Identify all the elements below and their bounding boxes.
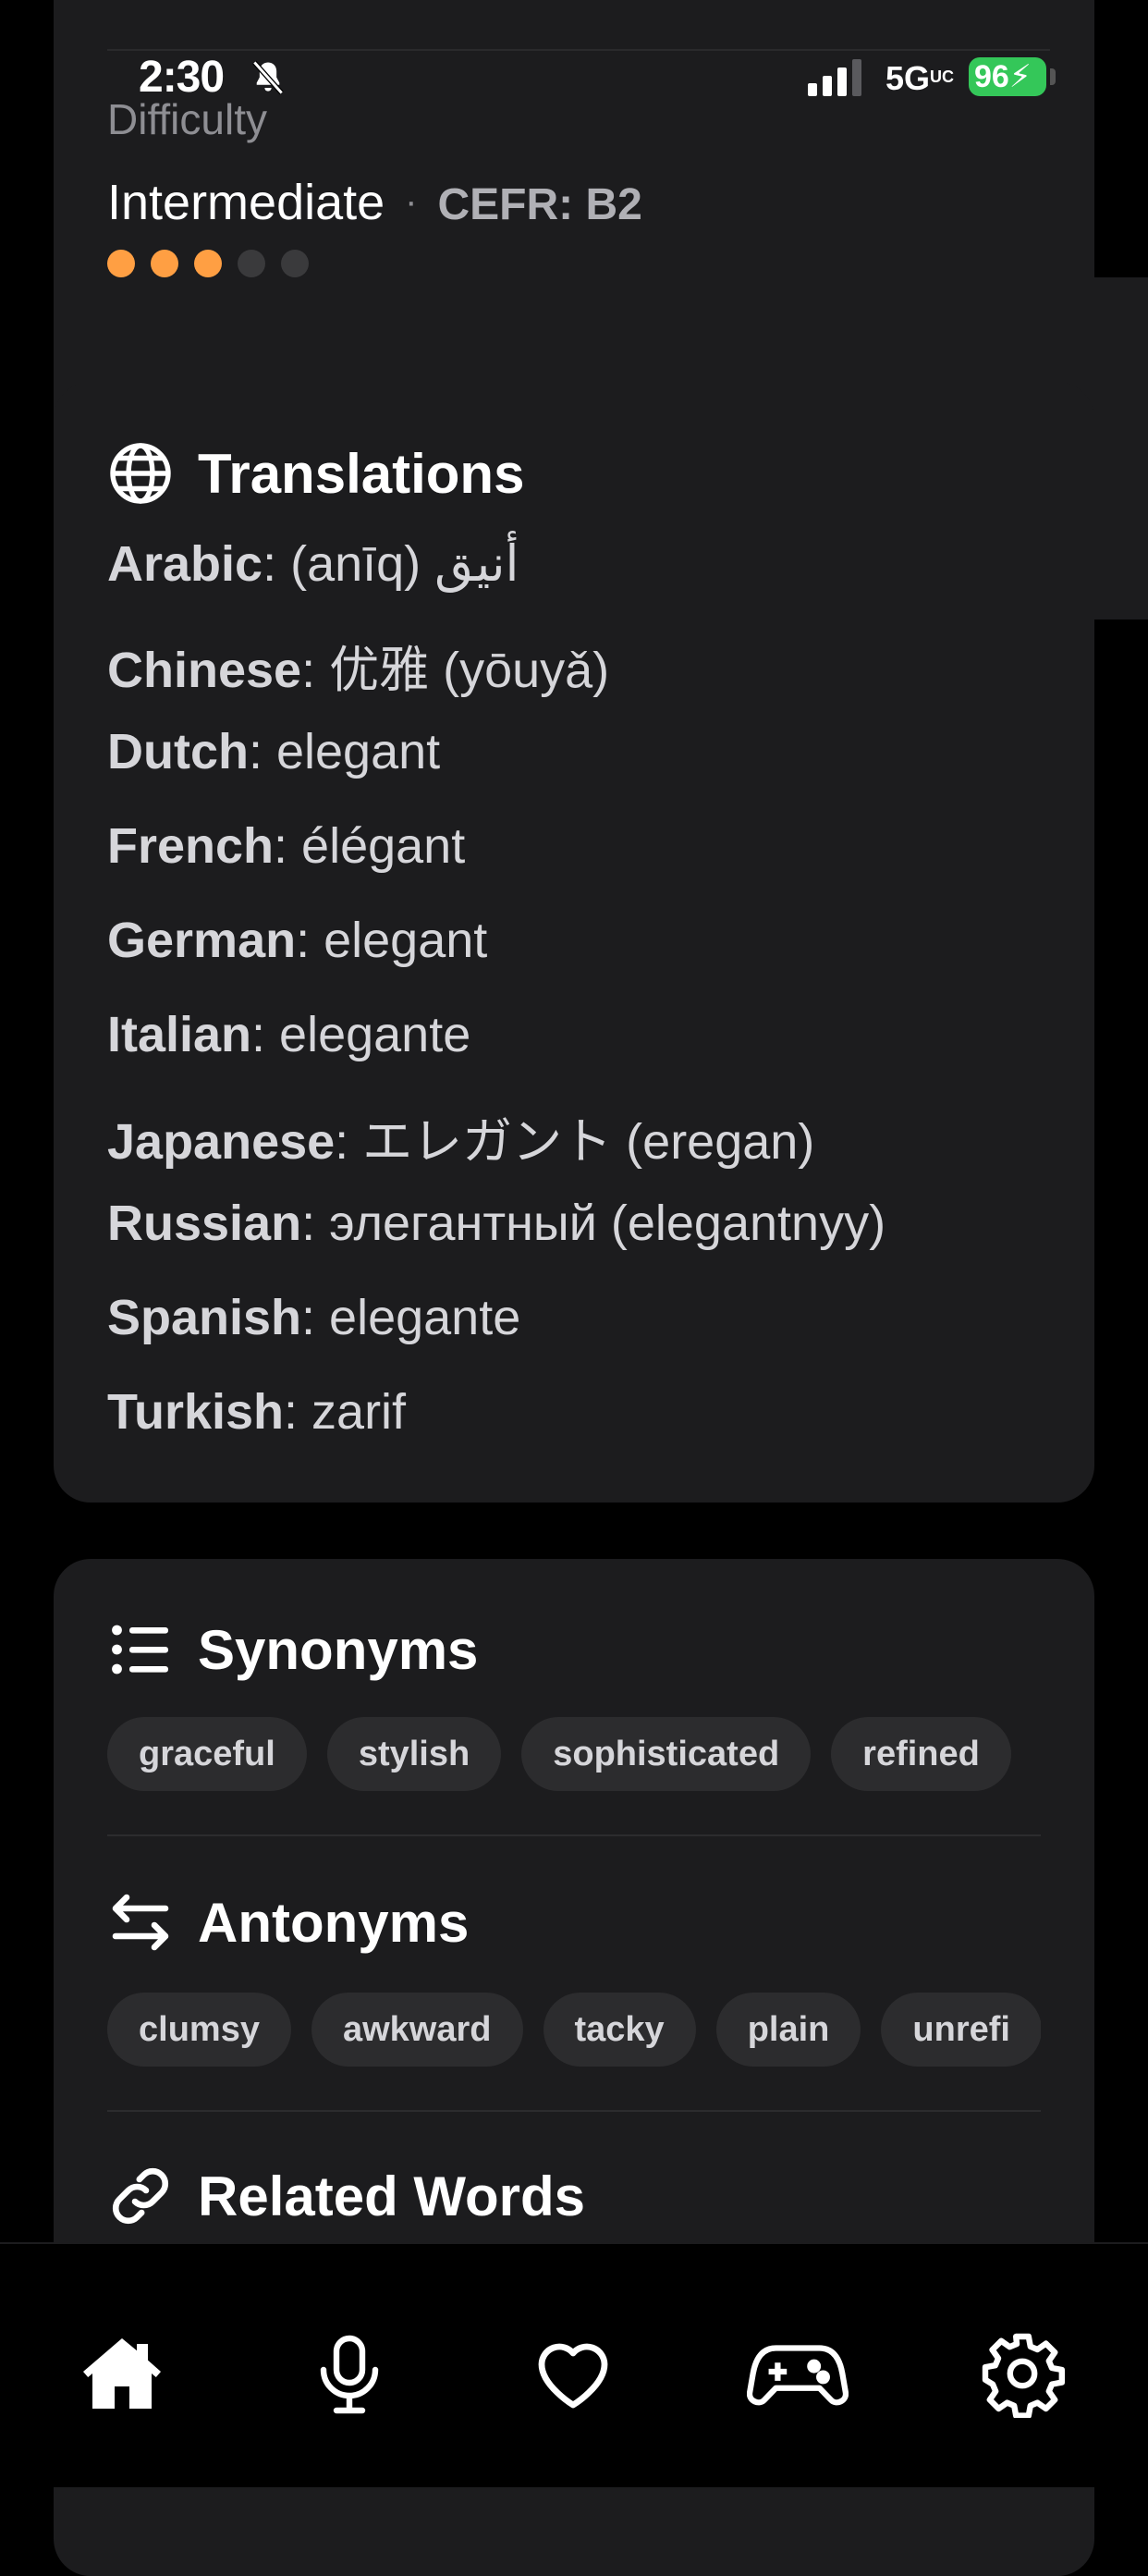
synonym-chips: graceful stylish sophisticated refined bbox=[107, 1717, 1041, 1791]
translation-item: Turkish: zarif bbox=[107, 1383, 885, 1478]
difficulty-label: Difficulty bbox=[107, 95, 267, 143]
translation-item: Dutch: elegant bbox=[107, 723, 885, 817]
translation-language: French bbox=[107, 818, 275, 874]
antonyms-title: Antonyms bbox=[198, 1891, 470, 1954]
signal-icon bbox=[808, 59, 861, 96]
difficulty-dot bbox=[238, 250, 265, 277]
separator: · bbox=[405, 181, 418, 222]
translation-value: : 优雅 (yōuyǎ) bbox=[301, 643, 610, 698]
translation-language: Italian bbox=[107, 1007, 252, 1062]
antonym-chip[interactable]: unrefi bbox=[881, 1993, 1041, 2067]
related-words-title: Related Words bbox=[198, 2165, 585, 2227]
synonyms-header: Synonyms bbox=[107, 1616, 478, 1683]
synonym-chip[interactable]: refined bbox=[831, 1717, 1011, 1791]
translation-language: German bbox=[107, 913, 297, 968]
translation-value: : elegante bbox=[251, 1007, 471, 1062]
synonym-chip[interactable]: sophisticated bbox=[521, 1717, 812, 1791]
translation-value: : элегантный (elegantnyy) bbox=[301, 1196, 886, 1251]
translation-language: Dutch bbox=[107, 724, 249, 779]
antonym-chip[interactable]: tacky bbox=[543, 1993, 696, 2067]
tab-bar bbox=[0, 2242, 1148, 2487]
network-type: 5GUC bbox=[885, 59, 955, 97]
translation-language: Spanish bbox=[107, 1290, 302, 1345]
gear-icon[interactable] bbox=[978, 2329, 1067, 2418]
difficulty-level: Intermediate bbox=[107, 175, 385, 230]
translation-value: : (anīq) أنيق bbox=[263, 536, 519, 592]
translation-item: German: elegant bbox=[107, 912, 885, 1006]
synonym-chip[interactable]: stylish bbox=[326, 1717, 502, 1791]
translation-language: Arabic bbox=[107, 536, 263, 592]
translation-item: Chinese: 优雅 (yōuyǎ) bbox=[107, 629, 885, 723]
difficulty-dot bbox=[281, 250, 309, 277]
translation-value: : エレガント (eregan) bbox=[335, 1114, 815, 1170]
swap-arrows-icon bbox=[112, 1894, 169, 1951]
translations-header: Translations bbox=[107, 440, 524, 507]
home-icon[interactable] bbox=[78, 2329, 166, 2418]
antonym-chip[interactable]: clumsy bbox=[107, 1993, 291, 2067]
translation-item: Spanish: elegante bbox=[107, 1289, 885, 1383]
translation-item: Russian: элегантный (elegantnyy) bbox=[107, 1195, 885, 1289]
translation-value: : elegant bbox=[296, 913, 488, 968]
translation-value: : elegante bbox=[301, 1290, 521, 1345]
antonyms-header: Antonyms bbox=[107, 1889, 469, 1956]
translation-item: Italian: elegante bbox=[107, 1006, 885, 1100]
translation-item: Arabic: (anīq) أنيق bbox=[107, 534, 885, 629]
translation-value: : zarif bbox=[284, 1384, 407, 1440]
difficulty-dot bbox=[151, 250, 178, 277]
heart-icon[interactable] bbox=[529, 2329, 617, 2418]
battery-tip bbox=[1050, 68, 1056, 85]
link-icon bbox=[113, 2168, 168, 2224]
synonym-chip[interactable]: graceful bbox=[107, 1717, 307, 1791]
translations-title: Translations bbox=[198, 442, 525, 505]
battery-level: 96⚡ bbox=[969, 57, 1046, 96]
antonym-chip[interactable]: plain bbox=[715, 1993, 861, 2067]
microphone-icon[interactable] bbox=[305, 2329, 394, 2418]
difficulty-dot bbox=[107, 250, 135, 277]
antonym-chips: clumsy awkward tacky plain unrefi bbox=[107, 1993, 1041, 2067]
divider bbox=[107, 1834, 1041, 1836]
related-words-header: Related Words bbox=[107, 2163, 585, 2229]
gamepad-icon[interactable] bbox=[747, 2329, 849, 2418]
divider bbox=[107, 2110, 1041, 2112]
translation-value: : elegant bbox=[248, 724, 441, 779]
antonym-chip[interactable]: awkward bbox=[311, 1993, 523, 2067]
difficulty-level-row: Intermediate · CEFR: B2 bbox=[107, 174, 642, 231]
cefr-level: CEFR: B2 bbox=[437, 180, 642, 229]
list-icon bbox=[112, 1625, 168, 1674]
difficulty-dot bbox=[194, 250, 222, 277]
translation-list: Arabic: (anīq) أنيق Chinese: 优雅 (yōuyǎ) Du… bbox=[107, 534, 885, 1478]
translation-language: Japanese bbox=[107, 1114, 336, 1170]
translation-language: Turkish bbox=[107, 1384, 285, 1440]
synonyms-title: Synonyms bbox=[198, 1618, 479, 1681]
translation-item: Japanese: エレガント (eregan) bbox=[107, 1100, 885, 1195]
translation-item: French: élégant bbox=[107, 817, 885, 912]
globe-icon bbox=[110, 443, 171, 504]
status-divider bbox=[107, 49, 1050, 51]
translation-language: Russian bbox=[107, 1196, 302, 1251]
difficulty-dots bbox=[107, 250, 309, 277]
bell-muted-icon bbox=[252, 60, 284, 95]
translation-language: Chinese bbox=[107, 643, 302, 698]
translation-value: : élégant bbox=[274, 818, 466, 874]
